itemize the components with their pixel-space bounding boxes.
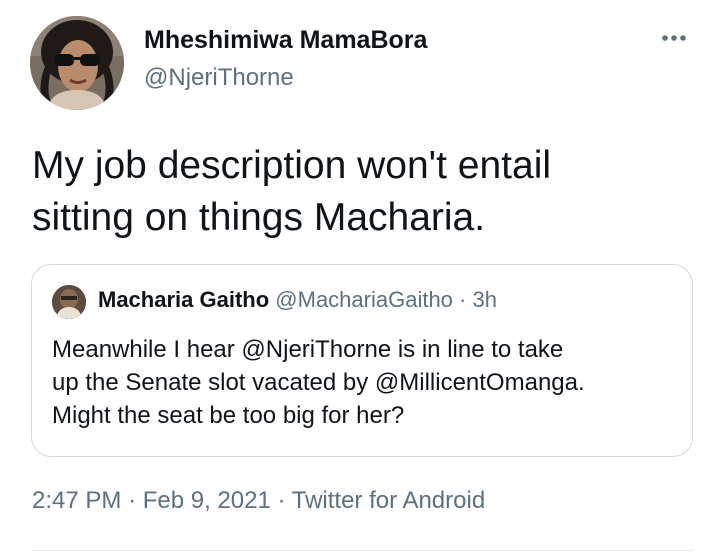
meta-separator: · bbox=[277, 487, 286, 514]
quoted-tweet-card[interactable]: Macharia Gaitho @MachariaGaitho · 3h Mea… bbox=[31, 264, 693, 457]
author-display-name[interactable]: Mheshimiwa MamaBora bbox=[144, 26, 427, 55]
tweet-time[interactable]: 2:47 PM bbox=[32, 487, 121, 514]
more-options-button[interactable] bbox=[654, 26, 694, 50]
author-handle[interactable]: @NjeriThorne bbox=[144, 64, 294, 92]
author-avatar[interactable] bbox=[30, 16, 124, 110]
divider bbox=[32, 550, 694, 551]
more-horizontal-icon bbox=[662, 35, 686, 41]
tweet-date[interactable]: Feb 9, 2021 bbox=[143, 487, 271, 514]
quoted-author-name[interactable]: Macharia Gaitho bbox=[98, 287, 269, 312]
quoted-tweet-text: Meanwhile I hear @NjeriThorne is in line… bbox=[52, 333, 682, 432]
tweet-text: My job description won't entail sitting … bbox=[32, 140, 692, 244]
quoted-author-avatar[interactable] bbox=[52, 285, 86, 319]
tweet-text-line: My job description won't entail bbox=[32, 144, 552, 187]
quoted-text-line: up the Senate slot vacated by @Millicent… bbox=[52, 369, 585, 396]
quoted-text-line: Might the seat be too big for her? bbox=[52, 402, 405, 429]
quoted-header-separator: · bbox=[459, 287, 467, 312]
tweet-meta: 2:47 PM · Feb 9, 2021 · Twitter for Andr… bbox=[32, 487, 485, 515]
meta-separator: · bbox=[128, 487, 137, 514]
tweet-source[interactable]: Twitter for Android bbox=[292, 487, 485, 514]
tweet-text-line: sitting on things Macharia. bbox=[32, 196, 486, 239]
quoted-tweet-header: Macharia Gaitho @MachariaGaitho · 3h bbox=[98, 287, 497, 313]
quoted-author-handle[interactable]: @MachariaGaitho bbox=[275, 287, 453, 312]
quoted-text-line: Meanwhile I hear @NjeriThorne is in line… bbox=[52, 336, 564, 363]
quoted-tweet-time[interactable]: 3h bbox=[473, 287, 497, 312]
